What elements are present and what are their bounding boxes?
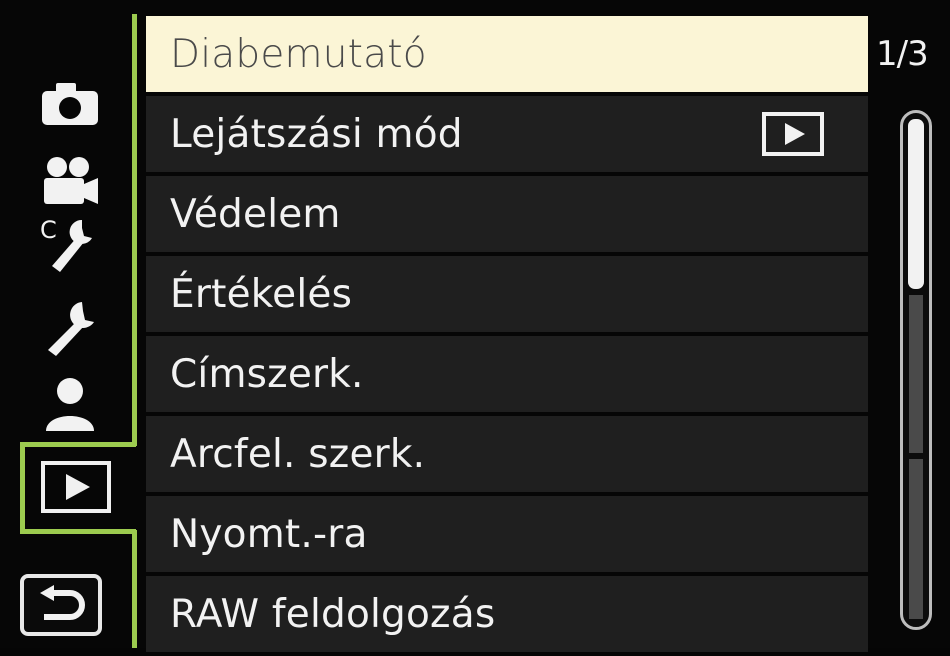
menu-item-label: Értékelés [170, 271, 353, 317]
scrollbar-thumb[interactable] [908, 119, 924, 289]
menu-item-slideshow[interactable]: Diabemutató [146, 16, 868, 92]
custom-letter: C [40, 216, 57, 244]
menu-item-raw-processing[interactable]: RAW feldolgozás [146, 576, 868, 652]
return-icon [40, 585, 85, 620]
playback-icon [762, 112, 824, 156]
menu-item-label: Védelem [170, 191, 341, 237]
scrollbar-segment [909, 295, 923, 453]
scrollbar[interactable] [900, 110, 932, 630]
playback-icon [41, 461, 111, 513]
person-icon[interactable] [38, 372, 102, 436]
custom-wrench-icon[interactable]: C [38, 212, 102, 276]
menu-item-print-set[interactable]: Nyomt.-ra [146, 496, 868, 572]
menu-item-protect[interactable]: Védelem [146, 176, 868, 252]
sidebar-item-playback[interactable] [20, 442, 136, 534]
sidebar-border-top [132, 14, 137, 446]
menu-item-rating[interactable]: Értékelés [146, 256, 868, 332]
playback-menu-list: Diabemutató Lejátszási mód Védelem Érték… [146, 16, 868, 656]
movie-camera-icon[interactable] [38, 150, 102, 214]
camera-menu-screen: C Diabemutató Lejátszási mód Védelem Ért… [0, 0, 950, 652]
wrench-icon[interactable] [38, 296, 102, 360]
return-button[interactable] [20, 574, 102, 636]
menu-item-title-edit[interactable]: Címszerk. [146, 336, 868, 412]
menu-item-label: RAW feldolgozás [170, 591, 496, 637]
scrollbar-segment [909, 459, 923, 619]
menu-item-label: Arcfel. szerk. [170, 431, 426, 477]
menu-item-label: Címszerk. [170, 351, 364, 397]
menu-item-face-rec-edit[interactable]: Arcfel. szerk. [146, 416, 868, 492]
page-indicator: 1/3 [876, 34, 929, 74]
camera-icon[interactable] [38, 72, 102, 136]
menu-item-label: Nyomt.-ra [170, 511, 368, 557]
menu-item-label: Lejátszási mód [170, 111, 463, 157]
menu-item-playback-mode[interactable]: Lejátszási mód [146, 96, 868, 172]
sidebar-border-bottom [132, 530, 137, 648]
menu-item-label: Diabemutató [170, 31, 427, 77]
